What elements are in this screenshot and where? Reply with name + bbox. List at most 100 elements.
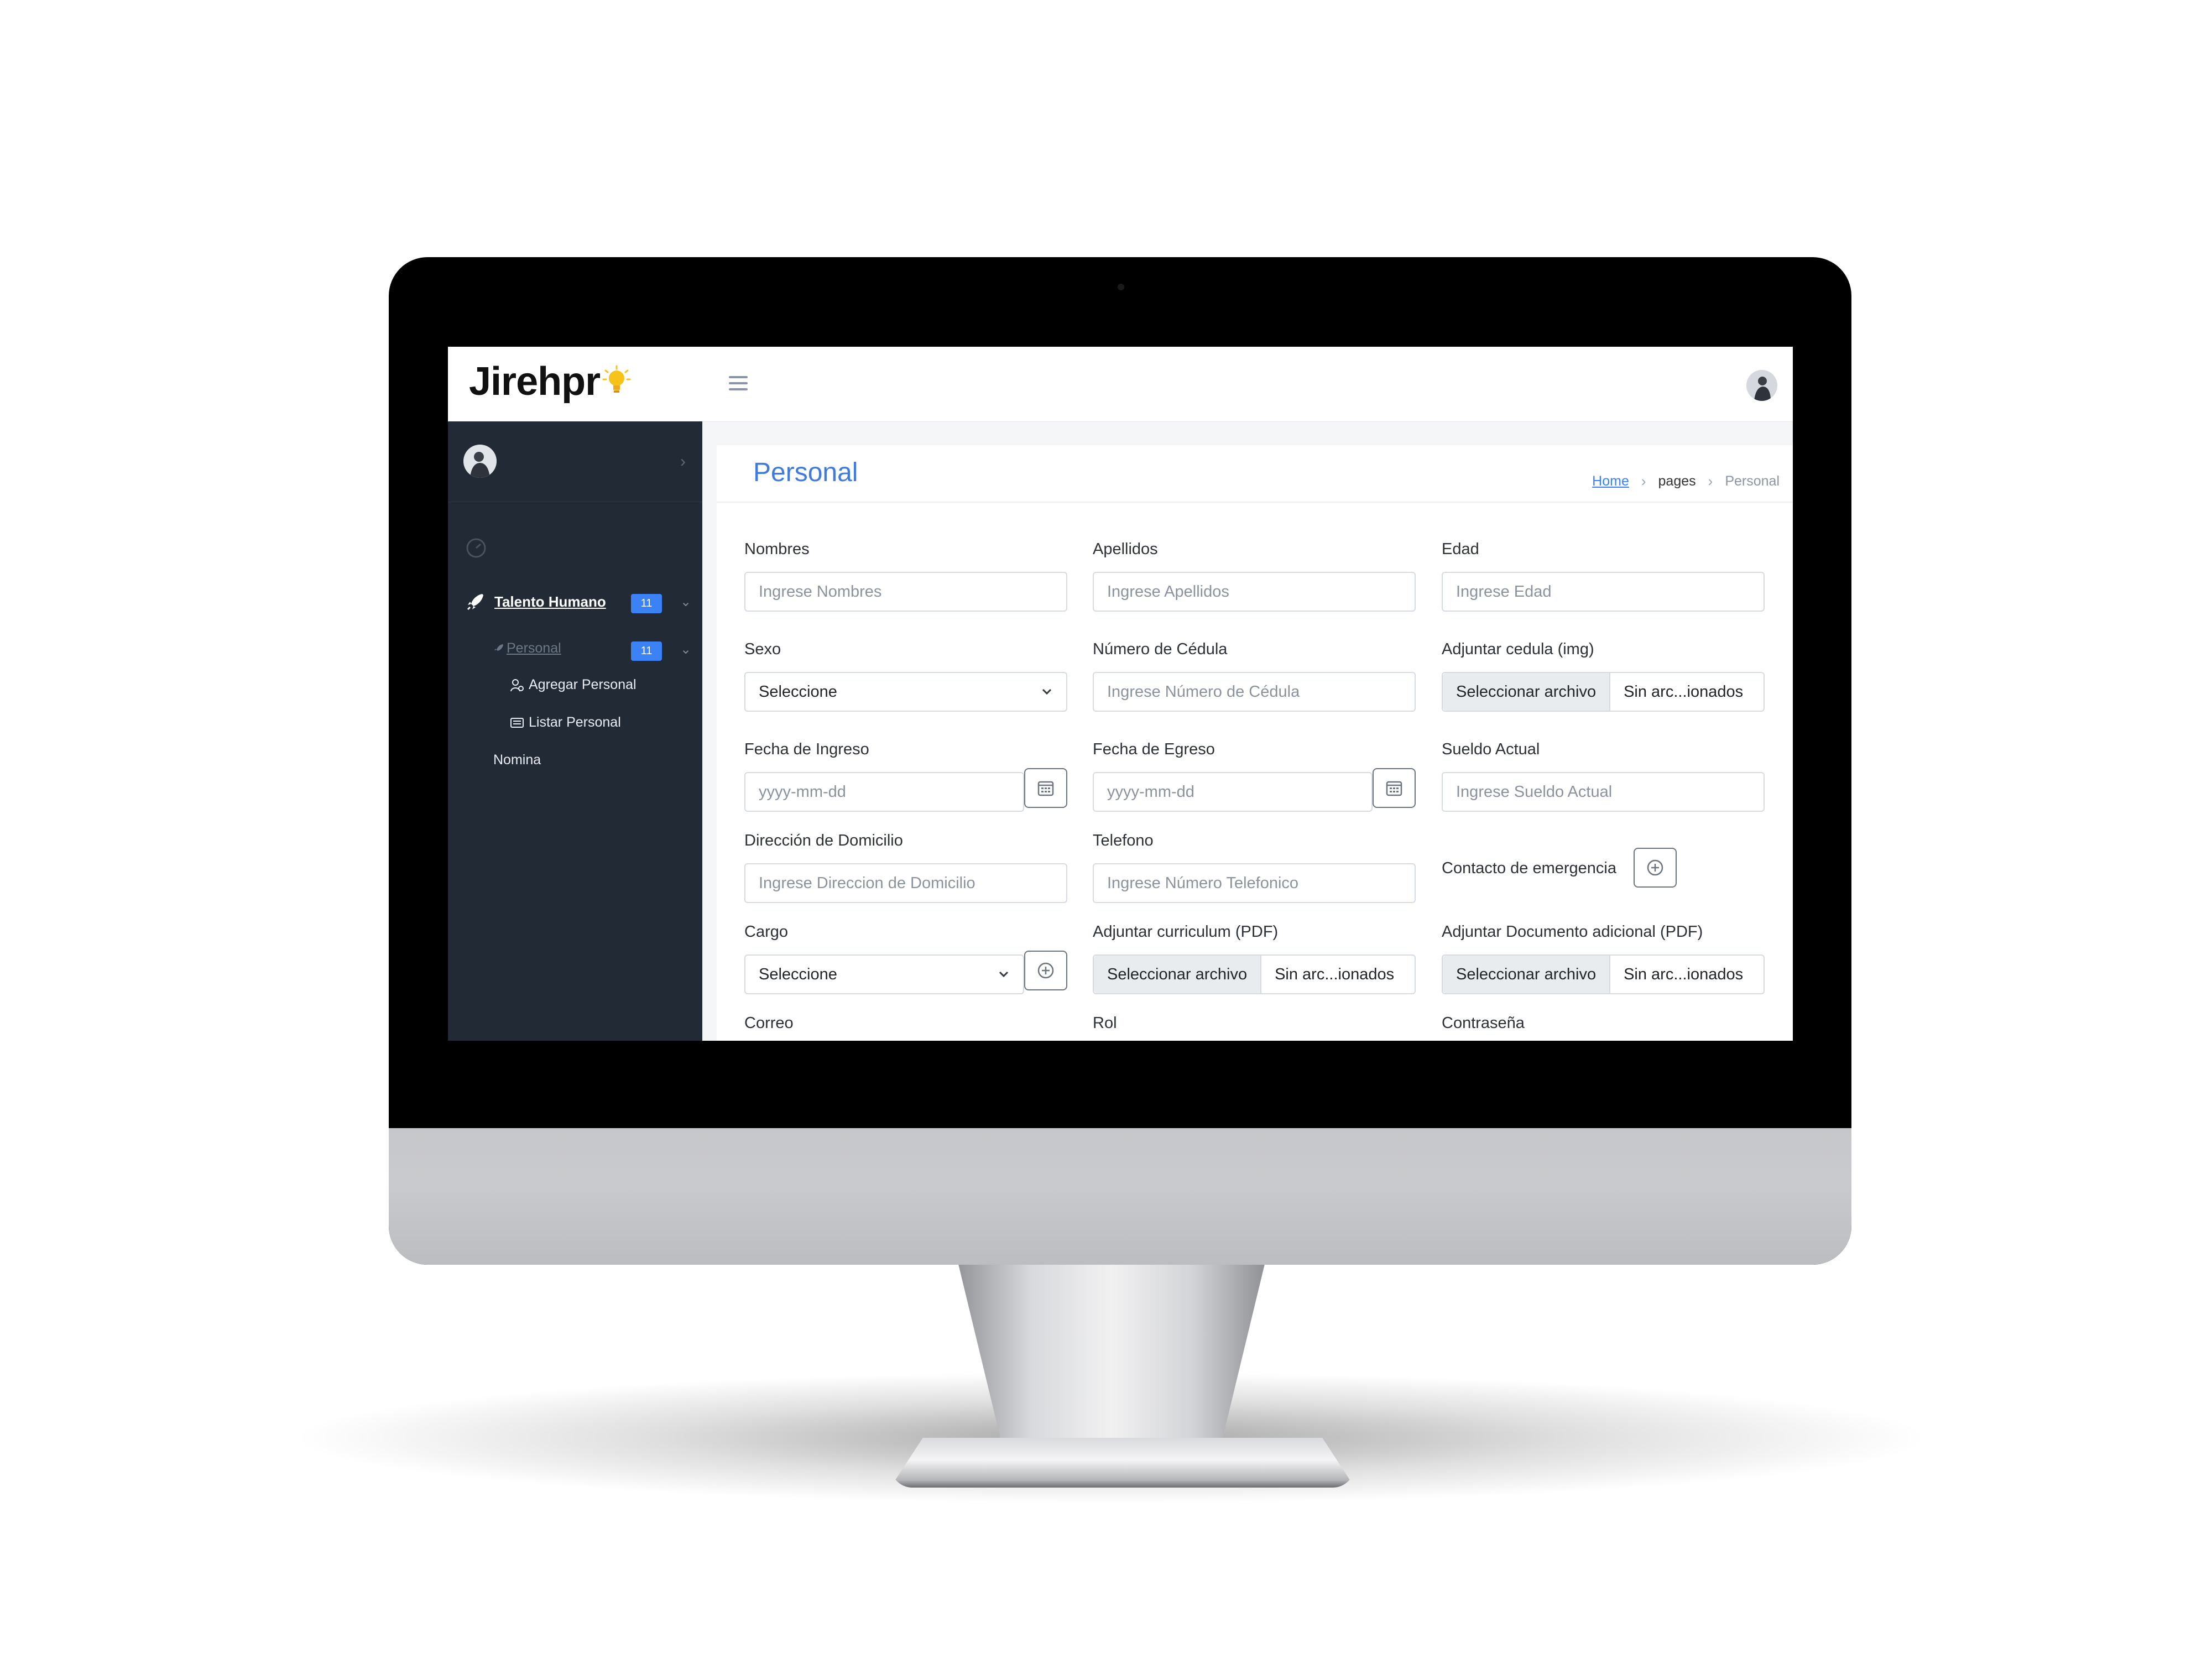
telefono-placeholder: Ingrese Número Telefonico [1107,874,1299,892]
file-status: Sin arc...ionados [1275,965,1395,983]
select-file-button[interactable]: Seleccionar archivo [1443,673,1611,711]
select-file-button[interactable]: Seleccionar archivo [1094,956,1262,993]
field-doc-adicional: Adjuntar Documento adicional (PDF) Selec… [1442,923,1765,994]
field-correo: Correo [744,1014,1067,1041]
brand-logo[interactable]: Jirehpr [469,359,631,404]
telefono-input[interactable]: Ingrese Número Telefonico [1093,863,1416,903]
app-screen: Jirehpr › Talento Humano 11 ⌄ Personal 1… [448,347,1793,1041]
curriculum-label: Adjuntar curriculum (PDF) [1093,923,1279,941]
sidebar-item-label: Listar Personal [529,714,621,730]
field-direccion: Dirección de Domicilio Ingrese Direccion… [744,832,1067,903]
count-badge: 11 [631,641,662,661]
correo-label: Correo [744,1014,794,1032]
count-badge: 11 [631,594,662,613]
field-sexo: Sexo Seleccione [744,640,1067,712]
fecha-ingreso-label: Fecha de Ingreso [744,740,869,758]
fecha-egreso-input[interactable]: yyyy-mm-dd [1093,772,1373,812]
field-contrasena: Contraseña [1442,1014,1765,1041]
curriculum-file-input[interactable]: Seleccionar archivo Sin arc...ionados [1093,954,1416,994]
field-adjuntar-cedula: Adjuntar cedula (img) Seleccionar archiv… [1442,640,1765,712]
apellidos-input[interactable]: Ingrese Apellidos [1093,572,1416,612]
add-contact-button[interactable] [1634,848,1677,888]
sidebar-avatar[interactable] [463,445,497,478]
sidebar: › Talento Humano 11 ⌄ Personal 11 ⌄ Agre… [448,421,702,1041]
person-icon [463,445,497,478]
plus-circle-icon [1037,962,1054,979]
file-status: Sin arc...ionados [1624,965,1744,983]
cedula-placeholder: Ingrese Número de Cédula [1107,682,1300,701]
chevron-down-icon[interactable]: ⌄ [680,641,691,658]
fecha-ingreso-placeholder: yyyy-mm-dd [759,782,846,801]
field-fecha-ingreso: Fecha de Ingreso yyyy-mm-dd [744,740,1067,812]
field-cargo: Cargo Seleccione [744,923,1067,994]
user-avatar[interactable] [1746,370,1777,401]
apellidos-label: Apellidos [1093,540,1158,558]
calendar-button[interactable] [1373,768,1416,808]
breadcrumb-current: Personal [1725,473,1780,489]
sueldo-placeholder: Ingrese Sueldo Actual [1456,782,1613,801]
person-icon [1746,370,1777,401]
edad-placeholder: Ingrese Edad [1456,582,1552,601]
cedula-file-input[interactable]: Seleccionar archivo Sin arc...ionados [1442,672,1765,712]
cedula-label: Número de Cédula [1093,640,1228,658]
field-contacto-emergencia: Contacto de emergencia [1442,859,1616,878]
contrasena-label: Contraseña [1442,1014,1525,1032]
brand-logo-text: Jirehpr [469,359,601,404]
direccion-input[interactable]: Ingrese Direccion de Domicilio [744,863,1067,903]
calendar-icon [1386,781,1402,796]
file-status: Sin arc...ionados [1624,682,1744,701]
cargo-value: Seleccione [759,965,837,983]
nombres-placeholder: Ingrese Nombres [759,582,882,601]
dashboard-icon[interactable] [466,538,487,559]
monitor-stand-neck [957,1261,1266,1460]
field-nombres: Nombres Ingrese Nombres [744,540,1067,612]
cedula-input[interactable]: Ingrese Número de Cédula [1093,672,1416,712]
chevron-right-icon: › [1641,473,1646,489]
sexo-label: Sexo [744,640,781,658]
monitor-stand-base [890,1438,1355,1488]
direccion-placeholder: Ingrese Direccion de Domicilio [759,874,975,892]
fecha-ingreso-input[interactable]: yyyy-mm-dd [744,772,1024,812]
rocket-icon [494,644,503,651]
sidebar-user-panel: › [448,421,702,502]
sidebar-item-listar-personal[interactable]: Listar Personal [510,714,621,731]
sidebar-item-personal[interactable]: Personal [493,640,561,656]
chevron-right-icon[interactable]: › [680,452,686,471]
add-user-icon [510,679,524,691]
sexo-select[interactable]: Seleccione [744,672,1067,712]
adjuntar-cedula-label: Adjuntar cedula (img) [1442,640,1594,658]
plus-circle-icon [1647,859,1663,876]
calendar-button[interactable] [1024,768,1067,808]
cargo-label: Cargo [744,923,788,941]
chevron-right-icon: › [1708,473,1713,489]
fecha-egreso-label: Fecha de Egreso [1093,740,1215,758]
lightbulb-icon [602,365,631,393]
breadcrumb-pages: pages [1658,473,1696,489]
nombres-input[interactable]: Ingrese Nombres [744,572,1067,612]
rol-label: Rol [1093,1014,1117,1032]
telefono-label: Telefono [1093,832,1154,849]
select-file-button[interactable]: Seleccionar archivo [1443,956,1611,993]
edad-input[interactable]: Ingrese Edad [1442,572,1765,612]
field-fecha-egreso: Fecha de Egreso yyyy-mm-dd [1093,740,1416,812]
page-title: Personal [753,458,858,487]
add-cargo-button[interactable] [1024,951,1067,990]
sidebar-item-talento-humano[interactable]: Talento Humano [466,592,606,612]
monitor-chin [389,1128,1851,1265]
sidebar-item-label: Nomina [493,752,541,768]
field-edad: Edad Ingrese Edad [1442,540,1765,612]
field-telefono: Telefono Ingrese Número Telefonico [1093,832,1416,903]
rocket-icon [467,594,483,611]
sueldo-label: Sueldo Actual [1442,740,1540,758]
edad-label: Edad [1442,540,1479,558]
breadcrumb-home-link[interactable]: Home [1592,473,1629,489]
apellidos-placeholder: Ingrese Apellidos [1107,582,1229,601]
sidebar-item-nomina[interactable]: Nomina [493,752,541,768]
cargo-select[interactable]: Seleccione [744,954,1024,994]
menu-toggle-icon[interactable] [729,376,748,393]
chevron-down-icon[interactable]: ⌄ [680,594,691,610]
doc-adicional-file-input[interactable]: Seleccionar archivo Sin arc...ionados [1442,954,1765,994]
sidebar-item-agregar-personal[interactable]: Agregar Personal [510,677,637,693]
sueldo-input[interactable]: Ingrese Sueldo Actual [1442,772,1765,812]
chevron-down-icon [999,971,1009,978]
